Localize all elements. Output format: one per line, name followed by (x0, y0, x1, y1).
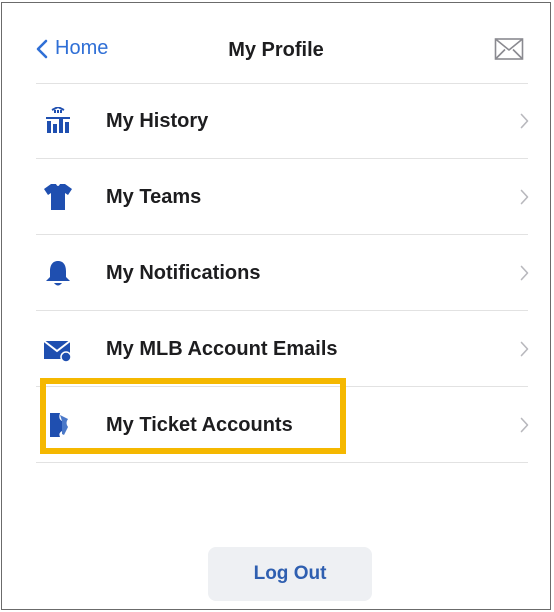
log-out-button[interactable]: Log Out (208, 547, 372, 601)
envelope-icon (494, 38, 524, 60)
menu-item-my-ticket-accounts[interactable]: My Ticket Accounts (2, 387, 550, 463)
history-chart-icon (46, 107, 70, 133)
menu-item-label: My MLB Account Emails (106, 338, 338, 360)
page-title: My Profile (228, 39, 324, 61)
bell-icon (46, 261, 70, 286)
chevron-right-icon (520, 265, 529, 281)
chevron-right-icon (520, 341, 529, 357)
chevron-right-icon (520, 189, 529, 205)
menu-item-label: My Ticket Accounts (106, 414, 293, 436)
menu-item-my-mlb-account-emails[interactable]: My MLB Account Emails (2, 311, 550, 387)
profile-menu: My History My Teams My Notifications My … (2, 83, 550, 463)
menu-item-label: My Notifications (106, 262, 261, 284)
jersey-icon (44, 184, 72, 210)
profile-screen: Home My Profile My History My Teams My N… (1, 2, 551, 610)
chevron-right-icon (520, 113, 529, 129)
ticket-icon (50, 413, 68, 437)
menu-item-label: My Teams (106, 186, 202, 208)
menu-item-my-notifications[interactable]: My Notifications (2, 235, 550, 311)
nav-bar: Home My Profile (2, 3, 550, 83)
chevron-right-icon (520, 417, 529, 433)
mail-button[interactable] (494, 37, 524, 66)
menu-item-label: My History (106, 110, 209, 132)
menu-item-my-teams[interactable]: My Teams (2, 159, 550, 235)
menu-item-my-history[interactable]: My History (2, 83, 550, 159)
email-icon (43, 340, 72, 363)
